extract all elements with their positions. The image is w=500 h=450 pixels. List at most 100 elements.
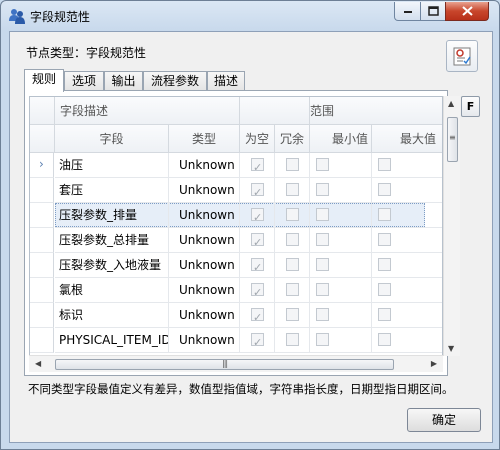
- min-checkbox[interactable]: [316, 283, 329, 296]
- type-cell[interactable]: Unknown: [169, 303, 240, 328]
- min-cell[interactable]: [310, 153, 372, 178]
- row-header[interactable]: ›: [30, 153, 54, 178]
- field-cell[interactable]: 压裂参数_入地液量: [55, 253, 169, 278]
- col-max[interactable]: 最大值: [372, 125, 442, 153]
- max-cell[interactable]: [372, 153, 442, 178]
- nullable-cell[interactable]: [240, 278, 275, 303]
- minimize-button[interactable]: [394, 2, 421, 21]
- ok-button[interactable]: 确定: [407, 408, 481, 432]
- max-checkbox[interactable]: [378, 308, 391, 321]
- type-cell[interactable]: Unknown: [169, 203, 240, 228]
- max-cell[interactable]: [372, 278, 442, 303]
- field-cell[interactable]: 油压: [55, 153, 169, 178]
- col-field[interactable]: 字段: [55, 125, 169, 153]
- type-cell[interactable]: Unknown: [169, 228, 240, 253]
- col-redundant[interactable]: 冗余: [275, 125, 310, 153]
- col-type[interactable]: 类型: [169, 125, 240, 153]
- redundant-checkbox[interactable]: [286, 158, 299, 171]
- nullable-checkbox[interactable]: [251, 156, 264, 177]
- redundant-cell[interactable]: [275, 178, 310, 203]
- tab-flow-params[interactable]: 流程参数: [143, 71, 207, 91]
- redundant-checkbox[interactable]: [286, 283, 299, 296]
- max-cell[interactable]: [372, 228, 442, 253]
- row-header[interactable]: [30, 178, 54, 203]
- max-checkbox[interactable]: [378, 283, 391, 296]
- type-cell[interactable]: Unknown: [169, 253, 240, 278]
- type-cell[interactable]: Unknown: [169, 178, 240, 203]
- redundant-checkbox[interactable]: [286, 258, 299, 271]
- redundant-checkbox[interactable]: [286, 208, 299, 221]
- nullable-cell[interactable]: [240, 253, 275, 278]
- nullable-cell[interactable]: [240, 228, 275, 253]
- field-cell[interactable]: 氯根: [55, 278, 169, 303]
- row-header[interactable]: [30, 253, 54, 278]
- nullable-checkbox[interactable]: [251, 331, 264, 352]
- f-button[interactable]: F: [461, 96, 480, 117]
- max-checkbox[interactable]: [378, 258, 391, 271]
- min-checkbox[interactable]: [316, 258, 329, 271]
- nullable-cell[interactable]: [240, 203, 275, 228]
- tab-output[interactable]: 输出: [104, 71, 143, 91]
- min-checkbox[interactable]: [316, 233, 329, 246]
- redundant-checkbox[interactable]: [286, 233, 299, 246]
- field-cell[interactable]: 压裂参数_总排量: [55, 228, 169, 253]
- tab-description[interactable]: 描述: [207, 71, 245, 91]
- max-checkbox[interactable]: [378, 158, 391, 171]
- nullable-cell[interactable]: [240, 153, 275, 178]
- nullable-checkbox[interactable]: [251, 181, 264, 202]
- max-checkbox[interactable]: [378, 333, 391, 346]
- redundant-cell[interactable]: [275, 253, 310, 278]
- field-cell[interactable]: 标识: [55, 303, 169, 328]
- redundant-cell[interactable]: [275, 303, 310, 328]
- title-bar[interactable]: 字段规范性: [1, 1, 499, 31]
- nullable-checkbox[interactable]: [251, 231, 264, 252]
- nullable-cell[interactable]: [240, 328, 275, 353]
- redundant-cell[interactable]: [275, 228, 310, 253]
- nullable-cell[interactable]: [240, 178, 275, 203]
- min-cell[interactable]: [310, 253, 372, 278]
- min-cell[interactable]: [310, 228, 372, 253]
- max-checkbox[interactable]: [378, 183, 391, 196]
- nullable-cell[interactable]: [240, 303, 275, 328]
- max-cell[interactable]: [372, 178, 442, 203]
- scroll-down-icon[interactable]: ▼: [448, 344, 454, 353]
- field-cell[interactable]: 压裂参数_排量: [55, 203, 169, 228]
- min-checkbox[interactable]: [316, 308, 329, 321]
- min-cell[interactable]: [310, 178, 372, 203]
- tab-rules[interactable]: 规则: [24, 69, 64, 92]
- type-cell[interactable]: Unknown: [169, 153, 240, 178]
- min-cell[interactable]: [310, 303, 372, 328]
- field-cell[interactable]: PHYSICAL_ITEM_ID: [55, 328, 169, 353]
- min-checkbox[interactable]: [316, 333, 329, 346]
- min-cell[interactable]: [310, 278, 372, 303]
- scroll-left-icon[interactable]: ◀: [35, 359, 41, 368]
- maximize-button[interactable]: [420, 2, 446, 21]
- max-cell[interactable]: [372, 303, 442, 328]
- horizontal-scrollbar[interactable]: ◀ ||| ▶: [29, 355, 443, 372]
- field-cell[interactable]: 套压: [55, 178, 169, 203]
- row-header[interactable]: [30, 328, 54, 353]
- nullable-checkbox[interactable]: [251, 281, 264, 302]
- redundant-cell[interactable]: [275, 203, 310, 228]
- redundant-checkbox[interactable]: [286, 333, 299, 346]
- close-button[interactable]: [445, 2, 489, 21]
- tab-options[interactable]: 选项: [64, 71, 104, 91]
- scroll-up-icon[interactable]: ▲: [448, 99, 454, 108]
- max-checkbox[interactable]: [378, 208, 391, 221]
- redundant-checkbox[interactable]: [286, 308, 299, 321]
- type-cell[interactable]: Unknown: [169, 328, 240, 353]
- min-checkbox[interactable]: [316, 208, 329, 221]
- min-cell[interactable]: [310, 328, 372, 353]
- horizontal-scroll-thumb[interactable]: |||: [55, 359, 394, 370]
- scroll-right-icon[interactable]: ▶: [431, 359, 437, 368]
- max-cell[interactable]: [372, 253, 442, 278]
- nullable-checkbox[interactable]: [251, 306, 264, 327]
- vertical-scroll-thumb[interactable]: ≡: [447, 117, 458, 162]
- redundant-cell[interactable]: [275, 153, 310, 178]
- col-nullable[interactable]: 为空: [240, 125, 275, 153]
- row-header[interactable]: [30, 278, 54, 303]
- nullable-checkbox[interactable]: [251, 256, 264, 277]
- row-header[interactable]: [30, 228, 54, 253]
- max-cell[interactable]: [372, 203, 442, 228]
- min-checkbox[interactable]: [316, 183, 329, 196]
